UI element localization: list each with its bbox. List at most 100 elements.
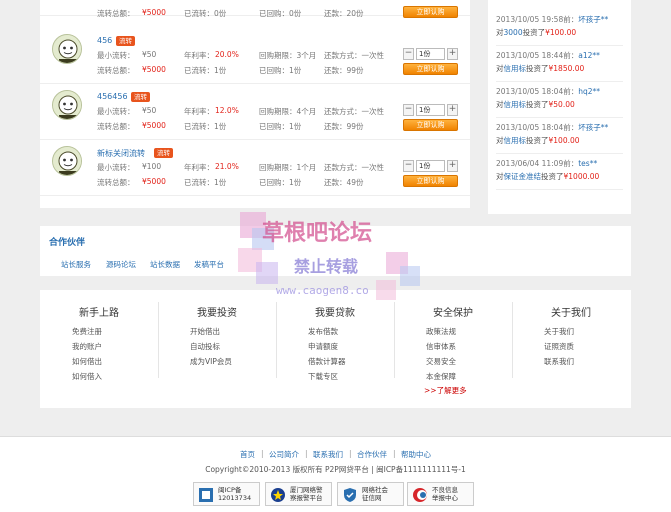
feed-action: 投资了	[526, 64, 549, 73]
footer-link[interactable]: 本金保障	[426, 371, 456, 382]
loan-title[interactable]: 456456	[97, 92, 128, 101]
avatar[interactable]	[52, 34, 82, 64]
feed-product[interactable]: 3000	[504, 28, 523, 37]
buy-now-button[interactable]: 立即认购	[403, 63, 458, 75]
feed-item: 2013/10/05 18:04前：坏孩子** 对信用标投资了¥100.00	[496, 118, 623, 154]
user-avatar-icon	[53, 91, 81, 119]
loan-row: 新标关闭流转 流转 最小流转： ¥100 年利率： 21.0% 回购期限：1个月 还款方式：一…	[40, 140, 470, 196]
partner-link-1[interactable]: 站长服务	[61, 259, 91, 270]
bottom-nav-partners[interactable]: 合作伙伴	[357, 449, 387, 460]
footer-link[interactable]: 申请额度	[308, 341, 338, 352]
increase-button[interactable]: +	[447, 48, 458, 60]
cert-line: 闽ICP备	[218, 486, 242, 494]
feed-user[interactable]: 坏孩子**	[578, 15, 608, 24]
footer-link[interactable]: 我的账户	[72, 341, 102, 352]
bottom-nav-contact[interactable]: 联系我们	[313, 449, 343, 460]
bottom-nav-help[interactable]: 帮助中心	[401, 449, 431, 460]
transfer-badge: 流转	[116, 36, 135, 46]
repay-method: 还款方式：一次性	[324, 51, 384, 60]
partner-link-3[interactable]: 站长数据	[150, 259, 180, 270]
footer-link[interactable]: 免费注册	[72, 326, 102, 337]
partner-link-2[interactable]: 源码论坛	[106, 259, 136, 270]
buy-now-button[interactable]: 立即认购	[403, 6, 458, 18]
footer-link[interactable]: 联系我们	[544, 356, 574, 367]
cert-police[interactable]: 厦门网络警 察报警平台	[265, 482, 332, 506]
bottom-nav-company[interactable]: 公司简介	[269, 449, 299, 460]
quantity-stepper: −+	[403, 160, 458, 172]
footer-link[interactable]: 下载专区	[308, 371, 338, 382]
decrease-button[interactable]: −	[403, 160, 414, 172]
footer-link[interactable]: 证照资质	[544, 341, 574, 352]
footer-column-title: 我要投资	[197, 308, 237, 319]
feed-time: 2013/10/05 18:04前：	[496, 123, 579, 132]
footer-link[interactable]: 关于我们	[544, 326, 574, 337]
partners-title: 合作伙伴	[49, 238, 86, 248]
quantity-input[interactable]	[416, 48, 445, 60]
partner-link-4[interactable]: 发稿平台	[194, 259, 224, 270]
footer-link[interactable]: 如何借出	[72, 356, 102, 367]
rate-label: 年利率：	[184, 107, 214, 116]
footer-column-title: 新手上路	[79, 308, 119, 319]
feed-line-detail: 对信用标投资了¥100.00	[496, 135, 580, 146]
buy-now-button[interactable]: 立即认购	[403, 175, 458, 187]
cert-report[interactable]: 不良信息 举报中心	[407, 482, 474, 506]
loan-row: 456456 流转 最小流转： ¥50 年利率： 12.0% 回购期限：4个月 还款方式：一次…	[40, 84, 470, 140]
avatar[interactable]	[52, 146, 82, 176]
feed-user[interactable]: hq2**	[578, 87, 600, 96]
footer-link[interactable]: 发布借款	[308, 326, 338, 337]
footer-column: 我要投资开始借出自动投标成为VIP会员	[158, 290, 276, 390]
repurchase-period: 回购期限：4个月	[259, 107, 317, 116]
bottom-nav-home[interactable]: 首页	[240, 449, 255, 460]
bottom-nav-separator: |	[349, 449, 352, 458]
footer-link[interactable]: 开始借出	[190, 326, 220, 337]
feed-product[interactable]: 信用标	[504, 136, 527, 145]
learn-more-link[interactable]: >>了解更多	[424, 385, 467, 396]
quantity-stepper: −+	[403, 48, 458, 60]
quantity-input[interactable]	[416, 104, 445, 116]
feed-user[interactable]: tes**	[578, 159, 597, 168]
footer-column: 关于我们 关于我们 证照资质 联系我们	[512, 290, 630, 390]
feed-product[interactable]: 保证金准结	[504, 172, 542, 181]
increase-button[interactable]: +	[447, 160, 458, 172]
footer-link[interactable]: 政策法规	[426, 326, 456, 337]
loan-title[interactable]: 456	[97, 36, 112, 45]
total-transfer-value: ¥5000	[142, 8, 166, 17]
feed-product[interactable]: 信用标	[504, 100, 527, 109]
decrease-button[interactable]: −	[403, 48, 414, 60]
bottom-nav-separator: |	[305, 449, 308, 458]
feed-line-detail: 对3000投资了¥100.00	[496, 27, 576, 38]
feed-item: 2013/10/05 18:04前：hq2** 对信用标投资了¥50.00	[496, 82, 623, 118]
investment-feed-panel: 2013/10/05 19:58前：坏孩子** 对3000投资了¥100.00 20…	[488, 0, 631, 214]
footer-column-title: 我要贷款	[315, 308, 355, 319]
cert-line: 厦门网络警	[290, 486, 323, 494]
feed-product[interactable]: 信用标	[504, 64, 527, 73]
cert-line: 不良信息	[432, 486, 458, 494]
increase-button[interactable]: +	[447, 104, 458, 116]
feed-action: 投资了	[541, 172, 564, 181]
footer-link[interactable]: 自动投标	[190, 341, 220, 352]
cert-credit[interactable]: 网络社会 征信网	[337, 482, 404, 506]
cert-line: 征信网	[362, 494, 382, 502]
total-transfer-value: ¥5000	[142, 177, 166, 186]
remaining-count: 还款：49份	[324, 178, 364, 187]
loan-title[interactable]: 新标关闭流转	[97, 148, 145, 159]
feed-prefix: 对	[496, 64, 504, 73]
footer-link[interactable]: 交易安全	[426, 356, 456, 367]
repay-method: 还款方式：一次性	[324, 107, 384, 116]
footer-link[interactable]: 借款计算器	[308, 356, 346, 367]
cert-icp[interactable]: 闽ICP备 12013734	[193, 482, 260, 506]
min-transfer-label: 最小流转：	[97, 163, 135, 172]
feed-prefix: 对	[496, 172, 504, 181]
repurchase-period: 回购期限：1个月	[259, 163, 317, 172]
feed-user[interactable]: 坏孩子**	[578, 123, 608, 132]
footer-link[interactable]: 信审体系	[426, 341, 456, 352]
footer-link[interactable]: 成为VIP会员	[190, 356, 232, 367]
user-avatar-icon	[53, 35, 81, 63]
feed-user[interactable]: a12**	[578, 51, 600, 60]
avatar[interactable]	[52, 90, 82, 120]
quantity-input[interactable]	[416, 160, 445, 172]
transferred-count: 已流转：0份	[184, 9, 227, 18]
decrease-button[interactable]: −	[403, 104, 414, 116]
footer-link[interactable]: 如何借入	[72, 371, 102, 382]
buy-now-button[interactable]: 立即认购	[403, 119, 458, 131]
